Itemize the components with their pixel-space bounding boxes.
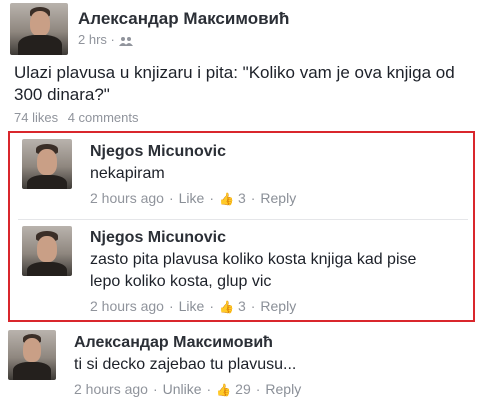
comment-like-count[interactable]: 29 [235,381,251,397]
comment-author[interactable]: Njegos Micunovic [90,229,226,247]
unlike-button[interactable]: Unlike [163,381,202,397]
comment-author[interactable]: Александар Максимовић [74,334,273,352]
comment-text: nekapiram [90,165,165,182]
thumbs-up-icon: 👍 [218,300,234,314]
comment-text: ti si decko zajebao tu plavusu... [74,356,297,373]
comment-divider [18,219,468,220]
comment-like-count[interactable]: 3 [238,298,246,314]
likes-count[interactable]: 74 likes [14,110,58,125]
reply-button[interactable]: Reply [260,190,296,206]
thumbs-up-icon: 👍 [218,192,234,206]
like-button[interactable]: Like [179,190,205,206]
post-meta: 2 hrs · [78,32,134,47]
post-text: Ulazi plavusa u knjizaru i pita: "Koliko… [14,63,455,104]
post-time[interactable]: 2 hrs [78,32,107,47]
comments-count[interactable]: 4 comments [68,110,139,125]
comment-avatar[interactable] [22,139,72,189]
comment-like-count[interactable]: 3 [238,190,246,206]
comment-text: zasto pita plavusa koliko kosta knjiga k… [90,251,417,290]
highlight-box [8,131,475,322]
comment-avatar[interactable] [8,330,56,380]
comment-actions: 2 hours ago · Unlike · 👍 29 · Reply [74,381,302,397]
reply-button[interactable]: Reply [260,298,296,314]
thumbs-up-icon: 👍 [216,383,232,397]
comment-author[interactable]: Njegos Micunovic [90,143,226,161]
comment-actions: 2 hours ago · Like · 👍 3 · Reply [90,190,297,206]
reply-button[interactable]: Reply [265,381,301,397]
post-author-name[interactable]: Александар Максимовић [78,9,289,29]
comment-avatar[interactable] [22,226,72,276]
comment-time[interactable]: 2 hours ago [90,298,164,314]
comment-time[interactable]: 2 hours ago [74,381,148,397]
friends-icon [119,36,134,46]
like-button[interactable]: Like [179,298,205,314]
comment-time[interactable]: 2 hours ago [90,190,164,206]
comment-actions: 2 hours ago · Like · 👍 3 · Reply [90,298,297,314]
post-stats: 74 likes 4 comments [14,110,145,125]
post-author-avatar[interactable] [10,3,68,55]
